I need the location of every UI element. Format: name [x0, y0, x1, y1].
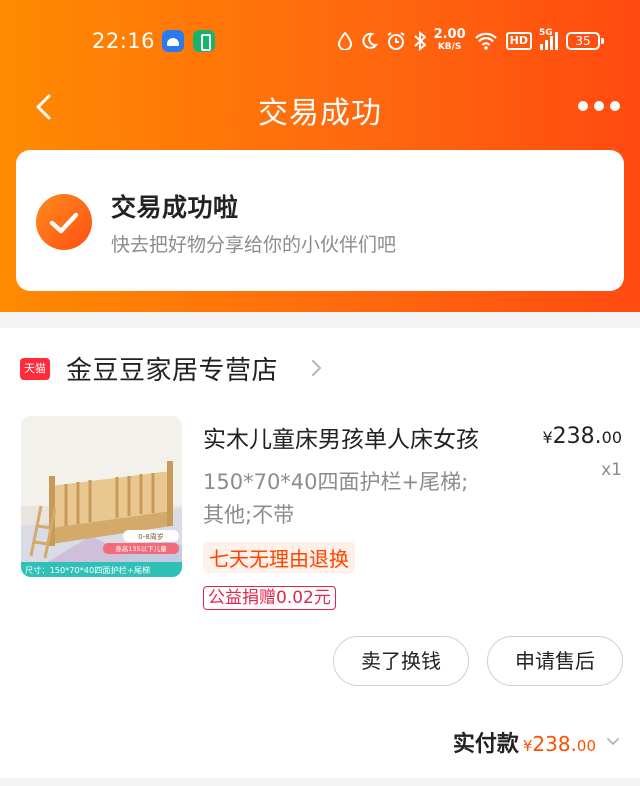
bluetooth-icon	[413, 31, 426, 51]
signal-icon: 5G	[539, 28, 558, 50]
total-paid[interactable]: 实付款 ¥238.00	[453, 726, 620, 758]
return-policy-tag: 七天无理由退换	[203, 542, 355, 573]
status-bar: 22:16 2.00 KB/S HD 5G 35	[0, 22, 640, 62]
charity-tag: 公益捐赠0.02元	[203, 586, 336, 610]
product-spec: 150*70*40四面护栏+尾梯; 其他;不带	[203, 466, 523, 532]
moon-icon	[361, 32, 378, 49]
more-icon[interactable]	[578, 101, 620, 111]
image-caption: 尺寸：150*70*40四面护栏+尾梯	[25, 565, 150, 575]
total-amount: ¥238.00	[522, 732, 596, 756]
alarm-icon	[387, 32, 405, 50]
store-name[interactable]: 金豆豆家居专营店	[66, 350, 278, 387]
page-header: 22:16 2.00 KB/S HD 5G 35 交易成功 交易成功啦 快去把好物…	[0, 0, 640, 312]
order-card: 天猫 金豆豆家居专营店 0-8周岁 身高135以下儿童 尺寸：150*70*40…	[0, 328, 640, 778]
hd-badge: HD	[505, 32, 532, 50]
success-card: 交易成功啦 快去把好物分享给你的小伙伴们吧	[16, 150, 624, 291]
total-label: 实付款	[452, 732, 519, 757]
check-circle-icon	[36, 194, 92, 250]
product-price: ¥238.00	[542, 424, 622, 449]
chevron-down-icon[interactable]	[606, 735, 620, 749]
product-spec-line2: 其他;不带	[203, 503, 295, 527]
after-sale-button[interactable]: 申请售后	[487, 636, 623, 686]
image-badge-line1: 0-8周岁	[138, 532, 163, 541]
status-time: 22:16	[92, 29, 156, 53]
net-speed: 2.00 KB/S	[433, 27, 466, 52]
product-image[interactable]: 0-8周岁 身高135以下儿童 尺寸：150*70*40四面护栏+尾梯	[21, 416, 182, 577]
product-quantity: x1	[601, 460, 622, 480]
tmall-badge: 天猫	[20, 358, 50, 380]
page-title: 交易成功	[258, 96, 382, 131]
success-title: 交易成功啦	[111, 193, 239, 222]
battery-app-icon	[193, 30, 215, 52]
sell-button[interactable]: 卖了换钱	[333, 636, 469, 686]
android-app-icon	[162, 30, 184, 52]
success-subtitle: 快去把好物分享给你的小伙伴们吧	[111, 234, 397, 256]
image-badge-line2: 身高135以下儿童	[115, 544, 167, 553]
battery-icon: 35	[566, 32, 604, 50]
drop-icon	[337, 32, 352, 50]
product-spec-line1: 150*70*40四面护栏+尾梯;	[203, 470, 469, 494]
product-title[interactable]: 实木儿童床男孩单人床女孩	[203, 420, 523, 454]
status-icons: 2.00 KB/S HD 5G 35	[337, 27, 604, 54]
wifi-icon	[474, 32, 497, 50]
chevron-right-icon[interactable]	[306, 358, 326, 378]
